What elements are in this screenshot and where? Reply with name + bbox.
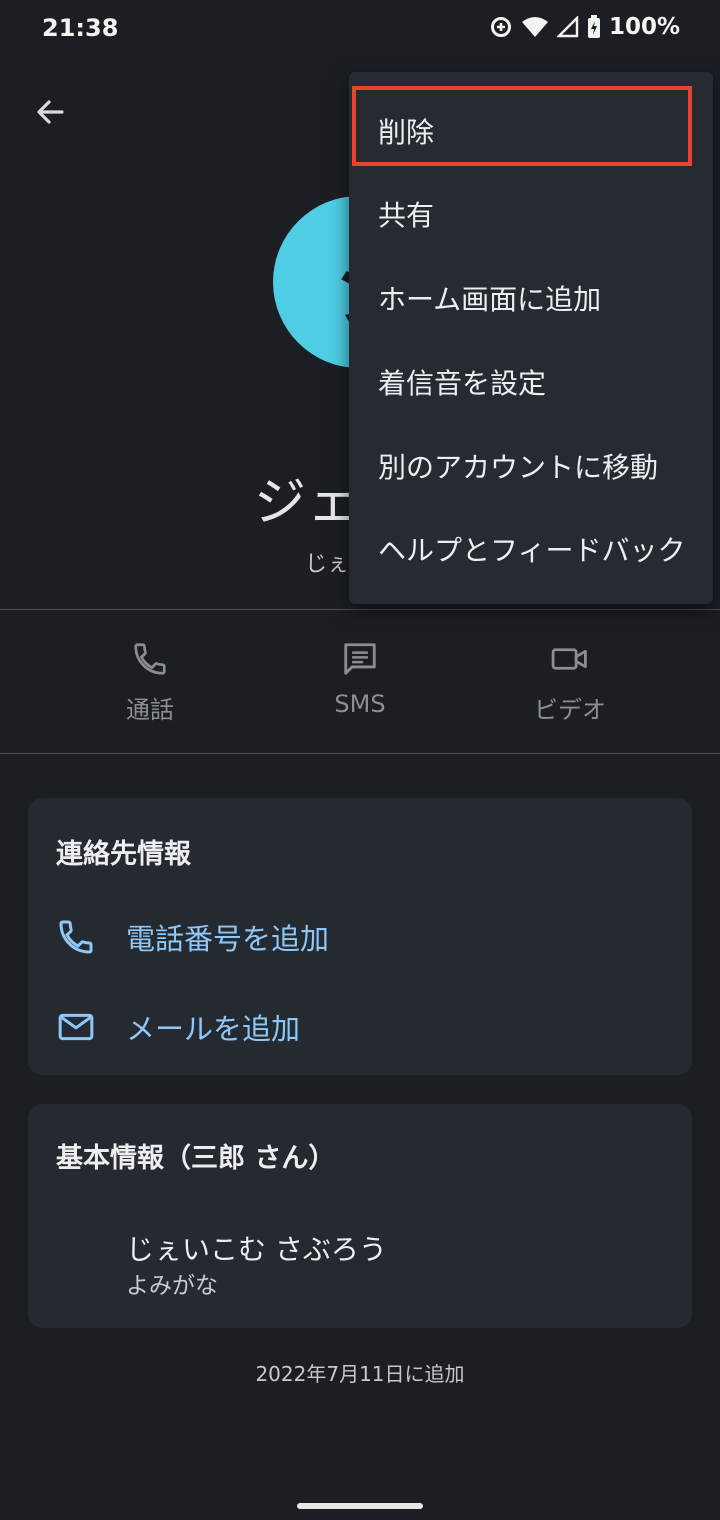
basic-info-type: よみがな <box>126 1273 218 1299</box>
divider <box>0 753 720 754</box>
contact-info-card: 連絡先情報 電話番号を追加 メールを追加 <box>28 798 692 1075</box>
basic-info-value[interactable]: じぇいこむ さぶろう <box>126 1228 387 1268</box>
menu-item-label: ホーム画面に追加 <box>378 283 602 316</box>
card-title: 連絡先情報 <box>56 839 191 870</box>
add-phone-label: 電話番号を追加 <box>126 922 330 956</box>
card-title: 基本情報（三郎 さん） <box>56 1143 336 1174</box>
status-time: 21:38 <box>42 14 119 42</box>
menu-item-move-account[interactable]: 別のアカウントに移動 <box>349 424 713 508</box>
message-icon <box>344 643 376 675</box>
wifi-icon <box>521 17 548 37</box>
home-indicator[interactable] <box>297 1503 423 1509</box>
call-action[interactable]: 通話 <box>75 640 225 725</box>
menu-item-label: 別のアカウントに移動 <box>378 451 659 484</box>
add-phone-row[interactable]: 電話番号を追加 <box>56 916 329 958</box>
video-action[interactable]: ビデオ <box>495 640 645 725</box>
battery-charging-icon <box>587 15 600 38</box>
arrow-back-icon <box>37 100 64 124</box>
menu-item-set-ringtone[interactable]: 着信音を設定 <box>349 340 713 424</box>
signal-icon <box>556 16 579 38</box>
divider <box>0 609 720 610</box>
basic-info-card: 基本情報（三郎 さん） じぇいこむ さぶろう よみがな <box>28 1104 692 1328</box>
back-button[interactable] <box>28 90 72 134</box>
battery-percentage: 100% <box>608 14 680 40</box>
phone-icon <box>134 643 166 675</box>
sms-label: SMS <box>334 690 386 718</box>
menu-item-label: ヘルプとフィードバック <box>378 534 686 567</box>
highlight-box <box>352 86 692 166</box>
add-email-row[interactable]: メールを追加 <box>56 1006 300 1048</box>
menu-item-add-to-home[interactable]: ホーム画面に追加 <box>349 256 713 340</box>
menu-item-help-feedback[interactable]: ヘルプとフィードバック <box>349 507 713 591</box>
status-icons: 100% <box>489 14 680 40</box>
menu-item-share[interactable]: 共有 <box>349 172 713 256</box>
email-icon <box>58 1013 94 1041</box>
menu-item-label: 共有 <box>378 199 435 232</box>
data-saver-icon <box>490 17 511 37</box>
menu-item-label: 着信音を設定 <box>378 367 547 400</box>
add-email-label: メールを追加 <box>126 1012 301 1046</box>
videocam-icon <box>551 648 587 670</box>
phone-icon <box>59 920 93 954</box>
video-label: ビデオ <box>534 696 606 724</box>
added-date: 2022年7月11日に追加 <box>255 1362 465 1386</box>
sms-action[interactable]: SMS <box>285 640 435 718</box>
call-label: 通話 <box>126 696 174 724</box>
